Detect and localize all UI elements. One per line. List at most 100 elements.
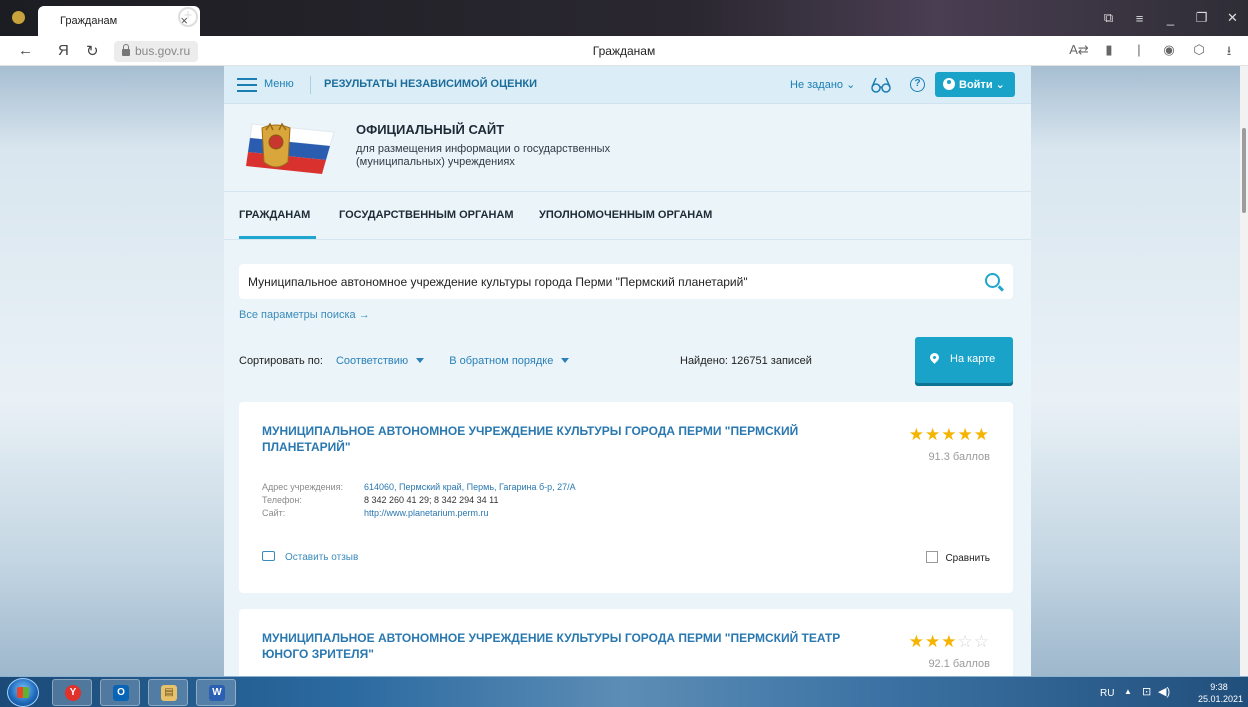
browser-right-icons: A⇄ ▮ | ◉ ⬡ ⭳ (1064, 42, 1244, 64)
results-link[interactable]: РЕЗУЛЬТАТЫ НЕЗАВИСИМОЙ ОЦЕНКИ (324, 78, 537, 90)
yandex-browser-icon: Y (65, 685, 81, 701)
found-count: Найдено: 126751 записей (680, 355, 812, 367)
site-page: Меню РЕЗУЛЬТАТЫ НЕЗАВИСИМОЙ ОЦЕНКИ Не за… (224, 66, 1031, 676)
word-icon: W (209, 685, 225, 701)
star-icons-filled: ★★★★★ (908, 425, 990, 444)
website-link[interactable]: http://www.planetarium.perm.ru (364, 508, 489, 518)
clock-date: 25.01.2021 (1198, 694, 1244, 704)
result-card: МУНИЦИПАЛЬНОЕ АВТОНОМНОЕ УЧРЕЖДЕНИЕ КУЛЬ… (239, 609, 1013, 676)
tab-government-bodies[interactable]: ГОСУДАРСТВЕННЫМ ОРГАНАМ (339, 209, 514, 221)
institution-name-link[interactable]: МУНИЦИПАЛЬНОЕ АВТОНОМНОЕ УЧРЕЖДЕНИЕ КУЛЬ… (262, 423, 842, 455)
extensions-icon[interactable]: ⬡ (1184, 42, 1214, 64)
network-icon[interactable]: ⊡ (1142, 685, 1151, 698)
page-title: Гражданам (592, 44, 656, 58)
score-text: 92.1 баллов (928, 658, 990, 670)
tab-title: Гражданам (60, 15, 118, 27)
windows-taskbar: Y O ▤ W RU ▲ ⊡ ◀) 9:38 25.01.2021 (0, 676, 1248, 707)
site-subtitle: для размещения информации о государствен… (356, 143, 611, 168)
compare-checkbox[interactable]: Сравнить (926, 551, 990, 564)
hamburger-icon[interactable] (237, 78, 257, 92)
rating-stars: ★★★☆☆ (909, 632, 990, 652)
address-link[interactable]: 614060, Пермский край, Пермь, Гагарина б… (364, 482, 576, 492)
region-dropdown[interactable]: Не задано ⌄ (790, 78, 855, 91)
page-scrollbar[interactable] (1240, 66, 1248, 676)
sort-order-value: В обратном порядке (449, 355, 554, 367)
bookmark-icon[interactable]: ▮ (1094, 42, 1124, 64)
compare-label: Сравнить (945, 553, 990, 564)
site-header: ОФИЦИАЛЬНЫЙ САЙТ для размещения информац… (224, 104, 1031, 192)
tab-citizens[interactable]: ГРАЖДАНАМ (239, 209, 310, 221)
minimize-button[interactable]: _ (1155, 11, 1186, 26)
taskbar-yandex[interactable]: Y (52, 679, 92, 706)
caret-down-icon (561, 358, 570, 363)
score-text: 91.3 баллов (928, 451, 990, 463)
phone-value: 8 342 260 41 29; 8 342 294 34 11 (364, 495, 499, 505)
start-button[interactable] (7, 678, 39, 707)
close-window-button[interactable]: ✕ (1217, 10, 1248, 26)
star-icons-filled: ★★★ (908, 632, 958, 651)
search-icon[interactable] (985, 273, 1000, 288)
taskbar-word[interactable]: W (196, 679, 236, 706)
caret-down-icon (416, 358, 425, 363)
incognito-icon[interactable]: ◉ (1154, 42, 1184, 64)
sort-label: Сортировать по: (239, 355, 323, 367)
tray-arrow-icon[interactable]: ▲ (1124, 687, 1132, 696)
accessibility-glasses-icon[interactable] (871, 76, 891, 94)
help-icon[interactable]: ? (910, 77, 925, 92)
taskbar-outlook[interactable]: O (100, 679, 140, 706)
browser-tab[interactable]: Гражданам × (38, 6, 200, 36)
institution-details: Адрес учреждения: 614060, Пермский край, … (262, 481, 576, 520)
login-label: Войти ⌄ (959, 79, 1005, 91)
active-tab-indicator (239, 236, 316, 239)
restore-button[interactable]: ❐ (1186, 10, 1217, 26)
leave-review-link[interactable]: Оставить отзыв (262, 551, 358, 563)
new-tab-button[interactable]: + (178, 7, 198, 27)
browser-menu-icon[interactable] (12, 11, 25, 24)
menu-link[interactable]: Меню (264, 78, 294, 90)
sort-row: Сортировать по: Соответствию В обратном … (239, 355, 570, 367)
collections-icon[interactable]: ⧉ (1093, 10, 1124, 26)
sort-by-dropdown[interactable]: Соответствию (335, 355, 425, 367)
window-controls: ⧉ ≡ _ ❐ ✕ (1093, 0, 1248, 36)
coat-of-arms-logo[interactable] (242, 118, 340, 176)
search-field[interactable]: Муниципальное автономное учреждение куль… (239, 264, 1013, 299)
separator: | (1137, 42, 1141, 57)
tab-authorized-bodies[interactable]: УПОЛНОМОЧЕННЫМ ОРГАНАМ (539, 209, 712, 221)
volume-icon[interactable]: ◀) (1158, 685, 1170, 698)
map-button-label: На карте (950, 353, 996, 365)
site-topbar: Меню РЕЗУЛЬТАТЫ НЕЗАВИСИМОЙ ОЦЕНКИ Не за… (224, 66, 1031, 104)
menu-icon[interactable]: ≡ (1124, 11, 1155, 26)
translate-icon[interactable]: A⇄ (1064, 42, 1094, 64)
site-title: ОФИЦИАЛЬНЫЙ САЙТ (356, 122, 505, 137)
browser-tabbar: Гражданам × + ⧉ ≡ _ ❐ ✕ (0, 0, 1248, 36)
outlook-icon: O (113, 685, 129, 701)
address-bar: ← Я ↻ bus.gov.ru Гражданам A⇄ ▮ | ◉ ⬡ ⭳ (0, 36, 1248, 66)
comment-icon (262, 551, 275, 561)
folder-icon: ▤ (161, 685, 177, 701)
clock[interactable]: 9:38 25.01.2021 (1198, 681, 1244, 705)
checkbox-box[interactable] (926, 551, 939, 563)
language-indicator[interactable]: RU (1100, 688, 1114, 699)
sort-by-value: Соответствию (335, 355, 409, 367)
taskbar-explorer[interactable]: ▤ (148, 679, 188, 706)
divider (310, 76, 311, 94)
institution-name-link[interactable]: МУНИЦИПАЛЬНОЕ АВТОНОМНОЕ УЧРЕЖДЕНИЕ КУЛЬ… (262, 630, 842, 662)
login-button[interactable]: Войти ⌄ (935, 72, 1015, 97)
review-label: Оставить отзыв (285, 552, 359, 563)
scrollbar-thumb[interactable] (1242, 128, 1246, 213)
clock-time: 9:38 (1210, 682, 1228, 692)
star-icons-empty: ☆☆ (957, 632, 990, 651)
phone-label: Телефон: (262, 495, 302, 505)
all-search-params-link[interactable]: Все параметры поиска → (239, 309, 370, 321)
address-label: Адрес учреждения: (262, 482, 344, 492)
site-label: Сайт: (262, 508, 286, 518)
downloads-icon[interactable]: ⭳ (1214, 42, 1244, 64)
result-card: МУНИЦИПАЛЬНОЕ АВТОНОМНОЕ УЧРЕЖДЕНИЕ КУЛЬ… (239, 402, 1013, 593)
search-query: Муниципальное автономное учреждение куль… (248, 275, 748, 289)
sort-order-dropdown[interactable]: В обратном порядке (449, 355, 570, 367)
map-button[interactable]: На карте (915, 337, 1013, 383)
map-pin-icon (928, 351, 941, 364)
user-icon (943, 78, 955, 90)
audience-tabs: ГРАЖДАНАМ ГОСУДАРСТВЕННЫМ ОРГАНАМ УПОЛНО… (224, 192, 1031, 240)
rating-stars: ★★★★★ (909, 425, 990, 445)
